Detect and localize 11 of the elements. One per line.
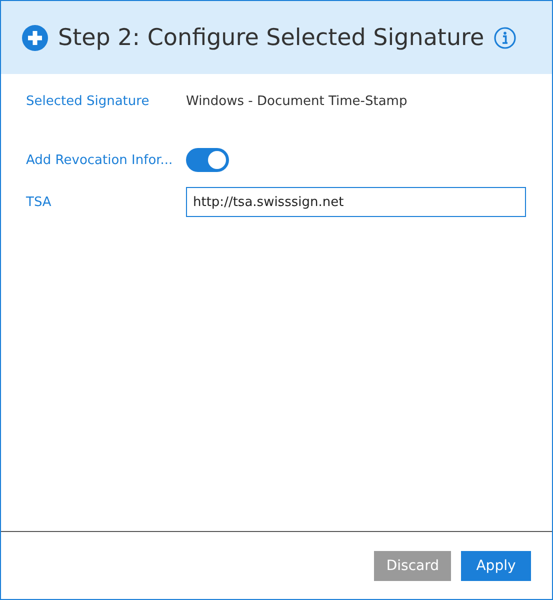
field-label: TSA	[26, 194, 52, 210]
field-label: Add Revocation Infor...	[26, 152, 174, 168]
discard-button[interactable]: Discard	[374, 550, 451, 580]
field-label: Selected Signature	[26, 94, 150, 108]
info-icon[interactable]	[494, 26, 516, 48]
field-value: Windows - Document Time-Stamp	[186, 94, 408, 108]
toggle-switch[interactable]	[186, 148, 229, 172]
plus-icon	[22, 24, 48, 50]
apply-button[interactable]: Apply	[461, 550, 531, 580]
input-field[interactable]: http://tsa.swisssign.net	[186, 187, 526, 217]
dialog-title: Step 2: Configure Selected Signature	[58, 24, 484, 50]
